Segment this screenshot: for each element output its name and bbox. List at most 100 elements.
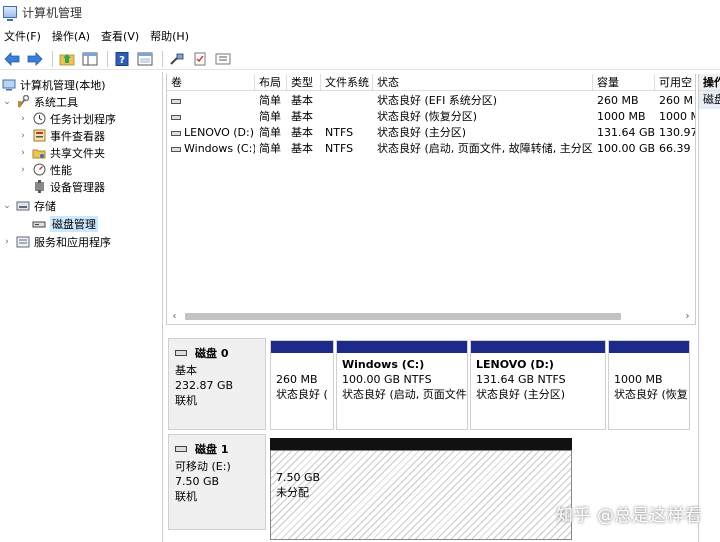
disk-kind: 可移动 (E:) bbox=[175, 460, 231, 473]
col-header-type[interactable]: 类型 bbox=[287, 74, 321, 91]
performance-icon bbox=[32, 163, 46, 176]
partition-name bbox=[614, 357, 684, 372]
properties-icon[interactable] bbox=[213, 50, 233, 68]
cell-free: 1000 M bbox=[659, 110, 696, 123]
shared-folder-icon bbox=[32, 146, 46, 159]
chevron-right-icon[interactable]: › bbox=[18, 131, 28, 141]
actions-title: 操作 bbox=[699, 74, 720, 91]
up-folder-icon[interactable] bbox=[57, 50, 77, 68]
tree-item-storage[interactable]: ⌄ 存储 bbox=[2, 197, 56, 214]
show-hide-tree-icon[interactable] bbox=[80, 50, 100, 68]
tree-item-shared-folders[interactable]: › 共享文件夹 bbox=[18, 144, 105, 161]
tree-label: 设备管理器 bbox=[50, 180, 105, 194]
cell-free: 66.39 bbox=[659, 142, 691, 155]
chevron-right-icon[interactable]: › bbox=[18, 165, 28, 175]
chevron-right-icon[interactable]: › bbox=[2, 237, 12, 247]
scroll-left-icon[interactable]: ‹ bbox=[167, 309, 182, 324]
actions-pane: 操作 磁盘 bbox=[698, 74, 720, 542]
menu-file[interactable]: 文件(F) bbox=[0, 28, 45, 44]
scroll-right-icon[interactable]: › bbox=[680, 309, 695, 324]
checklist-icon[interactable] bbox=[190, 50, 210, 68]
window-title: 计算机管理 bbox=[22, 5, 83, 20]
forward-arrow-icon[interactable] bbox=[25, 50, 45, 68]
computer-management-icon bbox=[3, 6, 17, 21]
col-header-free[interactable]: 可用空 bbox=[655, 74, 695, 91]
menu-view[interactable]: 查看(V) bbox=[97, 28, 143, 44]
menu-action[interactable]: 操作(A) bbox=[48, 28, 94, 44]
col-header-filesystem[interactable]: 文件系统 bbox=[321, 74, 373, 91]
view-icon[interactable] bbox=[135, 50, 155, 68]
col-header-volume[interactable]: 卷 bbox=[167, 74, 255, 91]
partition-recovery[interactable]: 1000 MB 状态良好 (恢复 bbox=[608, 340, 690, 430]
help-icon[interactable]: ? bbox=[112, 50, 132, 68]
tree-item-system-tools[interactable]: ⌄ 系统工具 bbox=[2, 93, 78, 110]
disk-size: 232.87 GB bbox=[175, 379, 234, 392]
tree-item-device-manager[interactable]: 设备管理器 bbox=[32, 178, 105, 195]
volume-icon bbox=[171, 98, 181, 104]
cell-type: 基本 bbox=[291, 110, 313, 123]
back-arrow-icon[interactable] bbox=[2, 50, 22, 68]
toolbar-separator bbox=[52, 50, 53, 67]
menu-help[interactable]: 帮助(H) bbox=[146, 28, 193, 44]
connect-icon[interactable] bbox=[167, 50, 187, 68]
cell-layout: 简单 bbox=[259, 126, 281, 139]
event-viewer-icon bbox=[32, 129, 46, 142]
cell-free: 130.97 bbox=[659, 126, 696, 139]
partition-windows-c[interactable]: Windows (C:) 100.00 GB NTFS 状态良好 (启动, 页面… bbox=[336, 340, 468, 430]
horizontal-scrollbar[interactable]: ‹ › bbox=[167, 309, 695, 324]
title-bar: 计算机管理 bbox=[0, 0, 720, 24]
partition-efi[interactable]: 260 MB 状态良好 ( bbox=[270, 340, 334, 430]
tree-item-task-scheduler[interactable]: › 任务计划程序 bbox=[18, 110, 116, 127]
volume-icon bbox=[171, 114, 181, 120]
partition-size: 7.50 GB bbox=[276, 471, 321, 484]
volume-icon bbox=[171, 130, 181, 136]
cell-capacity: 100.00 GB bbox=[597, 142, 655, 155]
table-row[interactable]: LENOVO (D:) 简单 基本 NTFS 状态良好 (主分区) 131.64… bbox=[167, 125, 696, 141]
partition-unallocated[interactable]: 7.50 GB 未分配 bbox=[270, 438, 572, 540]
tree-label: 服务和应用程序 bbox=[34, 235, 111, 249]
partition-size: 1000 MB bbox=[614, 373, 663, 386]
tree-item-services-apps[interactable]: › 服务和应用程序 bbox=[2, 233, 111, 250]
tree-label: 磁盘管理 bbox=[50, 215, 98, 232]
partition-size: 131.64 GB NTFS bbox=[476, 373, 566, 386]
partition-name bbox=[276, 357, 328, 372]
disk-size: 7.50 GB bbox=[175, 475, 220, 488]
partition-lenovo-d[interactable]: LENOVO (D:) 131.64 GB NTFS 状态良好 (主分区) bbox=[470, 340, 606, 430]
cell-free: 260 M bbox=[659, 94, 693, 107]
cell-filesystem: NTFS bbox=[325, 142, 354, 155]
partition-name: Windows (C:) bbox=[342, 358, 425, 371]
tools-icon bbox=[16, 95, 30, 108]
tree-item-performance[interactable]: › 性能 bbox=[18, 161, 72, 178]
chevron-right-icon[interactable]: › bbox=[18, 148, 28, 158]
chevron-down-icon[interactable]: ⌄ bbox=[2, 201, 12, 211]
disk-management-icon bbox=[32, 217, 46, 230]
disk-1-info[interactable]: 磁盘 1 可移动 (E:) 7.50 GB 联机 bbox=[168, 434, 266, 530]
partition-size: 100.00 GB NTFS bbox=[342, 373, 432, 386]
cell-filesystem bbox=[321, 93, 373, 109]
cell-capacity: 1000 MB bbox=[597, 110, 646, 123]
col-header-capacity[interactable]: 容量 bbox=[593, 74, 655, 91]
tree-label: 性能 bbox=[50, 163, 72, 177]
col-header-status[interactable]: 状态 bbox=[373, 74, 593, 91]
disk-state: 联机 bbox=[175, 490, 197, 503]
disk-0-info[interactable]: 磁盘 0 基本 232.87 GB 联机 bbox=[168, 338, 266, 430]
cell-status: 状态良好 (启动, 页面文件, 故障转储, 主分区) bbox=[377, 142, 593, 155]
chevron-down-icon[interactable]: ⌄ bbox=[2, 97, 12, 107]
chevron-right-icon[interactable]: › bbox=[18, 114, 28, 124]
tree-item-event-viewer[interactable]: › 事件查看器 bbox=[18, 127, 105, 144]
menu-bar: 文件(F) 操作(A) 查看(V) 帮助(H) bbox=[0, 26, 720, 46]
cell-volume: Windows (C:) bbox=[184, 142, 255, 155]
scrollbar-thumb[interactable] bbox=[185, 313, 621, 320]
table-row[interactable]: 简单 基本 状态良好 (EFI 系统分区) 260 MB 260 M bbox=[167, 93, 695, 109]
cell-capacity: 260 MB bbox=[597, 94, 639, 107]
table-row[interactable]: 简单 基本 状态良好 (恢复分区) 1000 MB 1000 M bbox=[167, 109, 696, 125]
navigation-tree: 计算机管理(本地) ⌄ 系统工具 › 任务计划程序 › 事件查看器 › 共享文件… bbox=[0, 72, 163, 542]
actions-item-disk[interactable]: 磁盘 bbox=[699, 91, 720, 109]
col-header-layout[interactable]: 布局 bbox=[255, 74, 287, 91]
tree-label: 系统工具 bbox=[34, 95, 78, 109]
partition-status: 状态良好 ( bbox=[276, 388, 328, 401]
table-row[interactable]: Windows (C:) 简单 基本 NTFS 状态良好 (启动, 页面文件, … bbox=[167, 141, 695, 157]
partition-name: LENOVO (D:) bbox=[476, 358, 554, 371]
tree-item-root[interactable]: 计算机管理(本地) bbox=[2, 76, 106, 93]
tree-item-disk-management[interactable]: 磁盘管理 bbox=[32, 215, 98, 232]
